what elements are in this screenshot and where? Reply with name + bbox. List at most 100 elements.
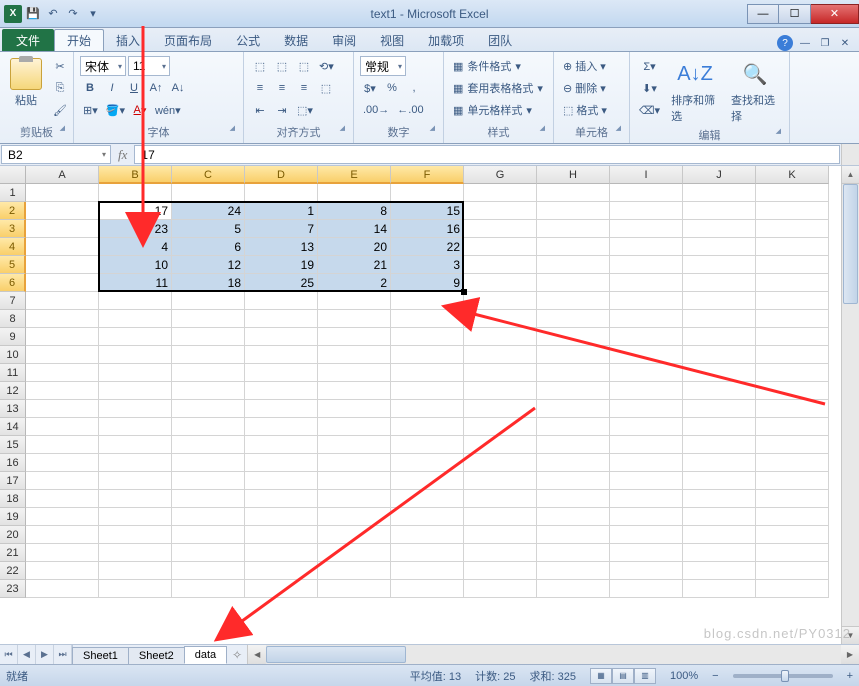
maximize-button[interactable]: ☐	[779, 4, 811, 24]
shrink-font-icon[interactable]: A↓	[168, 78, 188, 98]
cell-I11[interactable]	[610, 364, 683, 382]
cell-H1[interactable]	[537, 184, 610, 202]
cell-E18[interactable]	[318, 490, 391, 508]
cell-H12[interactable]	[537, 382, 610, 400]
cell-D8[interactable]	[245, 310, 318, 328]
cell-J15[interactable]	[683, 436, 756, 454]
mdi-restore-icon[interactable]: ❐	[817, 36, 833, 50]
cell-K17[interactable]	[756, 472, 829, 490]
cell-A16[interactable]	[26, 454, 99, 472]
row-header-4[interactable]: 4	[0, 238, 26, 256]
insert-cells-button[interactable]: ⊕ 插入▾	[560, 56, 609, 76]
cell-C9[interactable]	[172, 328, 245, 346]
tab-team[interactable]: 团队	[476, 29, 524, 51]
cell-J5[interactable]	[683, 256, 756, 274]
cell-J21[interactable]	[683, 544, 756, 562]
cell-J12[interactable]	[683, 382, 756, 400]
phonetic-button[interactable]: wén▾	[152, 100, 184, 120]
cell-B17[interactable]	[99, 472, 172, 490]
cell-B2[interactable]: 17	[99, 202, 172, 220]
worksheet-grid[interactable]: ABCDEFGHIJK 1234567891011121314151617181…	[0, 166, 859, 644]
cell-K11[interactable]	[756, 364, 829, 382]
redo-icon[interactable]: ↷	[64, 5, 82, 23]
hscroll-thumb[interactable]	[266, 646, 406, 663]
cell-F19[interactable]	[391, 508, 464, 526]
cell-E9[interactable]	[318, 328, 391, 346]
select-all-corner[interactable]	[0, 166, 26, 184]
cell-K3[interactable]	[756, 220, 829, 238]
cell-G21[interactable]	[464, 544, 537, 562]
decrease-decimal-icon[interactable]: ←.00	[394, 100, 426, 120]
cell-G6[interactable]	[464, 274, 537, 292]
cell-B8[interactable]	[99, 310, 172, 328]
cell-D3[interactable]: 7	[245, 220, 318, 238]
cell-B23[interactable]	[99, 580, 172, 598]
cell-D1[interactable]	[245, 184, 318, 202]
cell-J22[interactable]	[683, 562, 756, 580]
cell-E2[interactable]: 8	[318, 202, 391, 220]
cell-B21[interactable]	[99, 544, 172, 562]
cell-C12[interactable]	[172, 382, 245, 400]
cell-F23[interactable]	[391, 580, 464, 598]
col-header-A[interactable]: A	[26, 166, 99, 184]
cell-A12[interactable]	[26, 382, 99, 400]
cell-E1[interactable]	[318, 184, 391, 202]
cell-K10[interactable]	[756, 346, 829, 364]
scroll-right-icon[interactable]: ▶	[841, 645, 859, 664]
cell-K18[interactable]	[756, 490, 829, 508]
sheet-tab-data[interactable]: data	[184, 646, 227, 664]
cell-K20[interactable]	[756, 526, 829, 544]
cell-J18[interactable]	[683, 490, 756, 508]
cell-B19[interactable]	[99, 508, 172, 526]
underline-button[interactable]: U	[124, 78, 144, 98]
cell-F21[interactable]	[391, 544, 464, 562]
cell-D23[interactable]	[245, 580, 318, 598]
cell-G9[interactable]	[464, 328, 537, 346]
cell-I6[interactable]	[610, 274, 683, 292]
cell-H18[interactable]	[537, 490, 610, 508]
mdi-close-icon[interactable]: ✕	[837, 36, 853, 50]
cell-G15[interactable]	[464, 436, 537, 454]
cell-F8[interactable]	[391, 310, 464, 328]
cell-H4[interactable]	[537, 238, 610, 256]
copy-icon[interactable]: ⎘	[50, 78, 70, 98]
cell-B5[interactable]: 10	[99, 256, 172, 274]
cell-A20[interactable]	[26, 526, 99, 544]
fill-color-button[interactable]: 🪣▾	[103, 100, 128, 120]
cell-I14[interactable]	[610, 418, 683, 436]
cell-H22[interactable]	[537, 562, 610, 580]
cell-D19[interactable]	[245, 508, 318, 526]
cell-K15[interactable]	[756, 436, 829, 454]
cell-B12[interactable]	[99, 382, 172, 400]
cell-K13[interactable]	[756, 400, 829, 418]
col-header-J[interactable]: J	[683, 166, 756, 184]
cell-F15[interactable]	[391, 436, 464, 454]
cell-A19[interactable]	[26, 508, 99, 526]
cell-I21[interactable]	[610, 544, 683, 562]
cell-G14[interactable]	[464, 418, 537, 436]
tab-home[interactable]: 开始	[54, 29, 104, 51]
cell-F20[interactable]	[391, 526, 464, 544]
cell-G20[interactable]	[464, 526, 537, 544]
cell-I23[interactable]	[610, 580, 683, 598]
scroll-left-icon[interactable]: ◀	[248, 645, 266, 664]
cell-G7[interactable]	[464, 292, 537, 310]
cell-B1[interactable]	[99, 184, 172, 202]
cell-I16[interactable]	[610, 454, 683, 472]
row-header-18[interactable]: 18	[0, 490, 26, 508]
cell-A10[interactable]	[26, 346, 99, 364]
cell-J20[interactable]	[683, 526, 756, 544]
tab-insert[interactable]: 插入	[104, 29, 152, 51]
paste-button[interactable]: 粘贴	[6, 56, 46, 110]
cell-E22[interactable]	[318, 562, 391, 580]
formula-input[interactable]: 17	[134, 145, 840, 164]
indent-decrease-icon[interactable]: ⇤	[250, 100, 270, 120]
cell-E10[interactable]	[318, 346, 391, 364]
delete-cells-button[interactable]: ⊖ 删除▾	[560, 78, 609, 98]
cell-K12[interactable]	[756, 382, 829, 400]
col-header-H[interactable]: H	[537, 166, 610, 184]
cell-A8[interactable]	[26, 310, 99, 328]
cell-I13[interactable]	[610, 400, 683, 418]
cell-K7[interactable]	[756, 292, 829, 310]
row-header-11[interactable]: 11	[0, 364, 26, 382]
